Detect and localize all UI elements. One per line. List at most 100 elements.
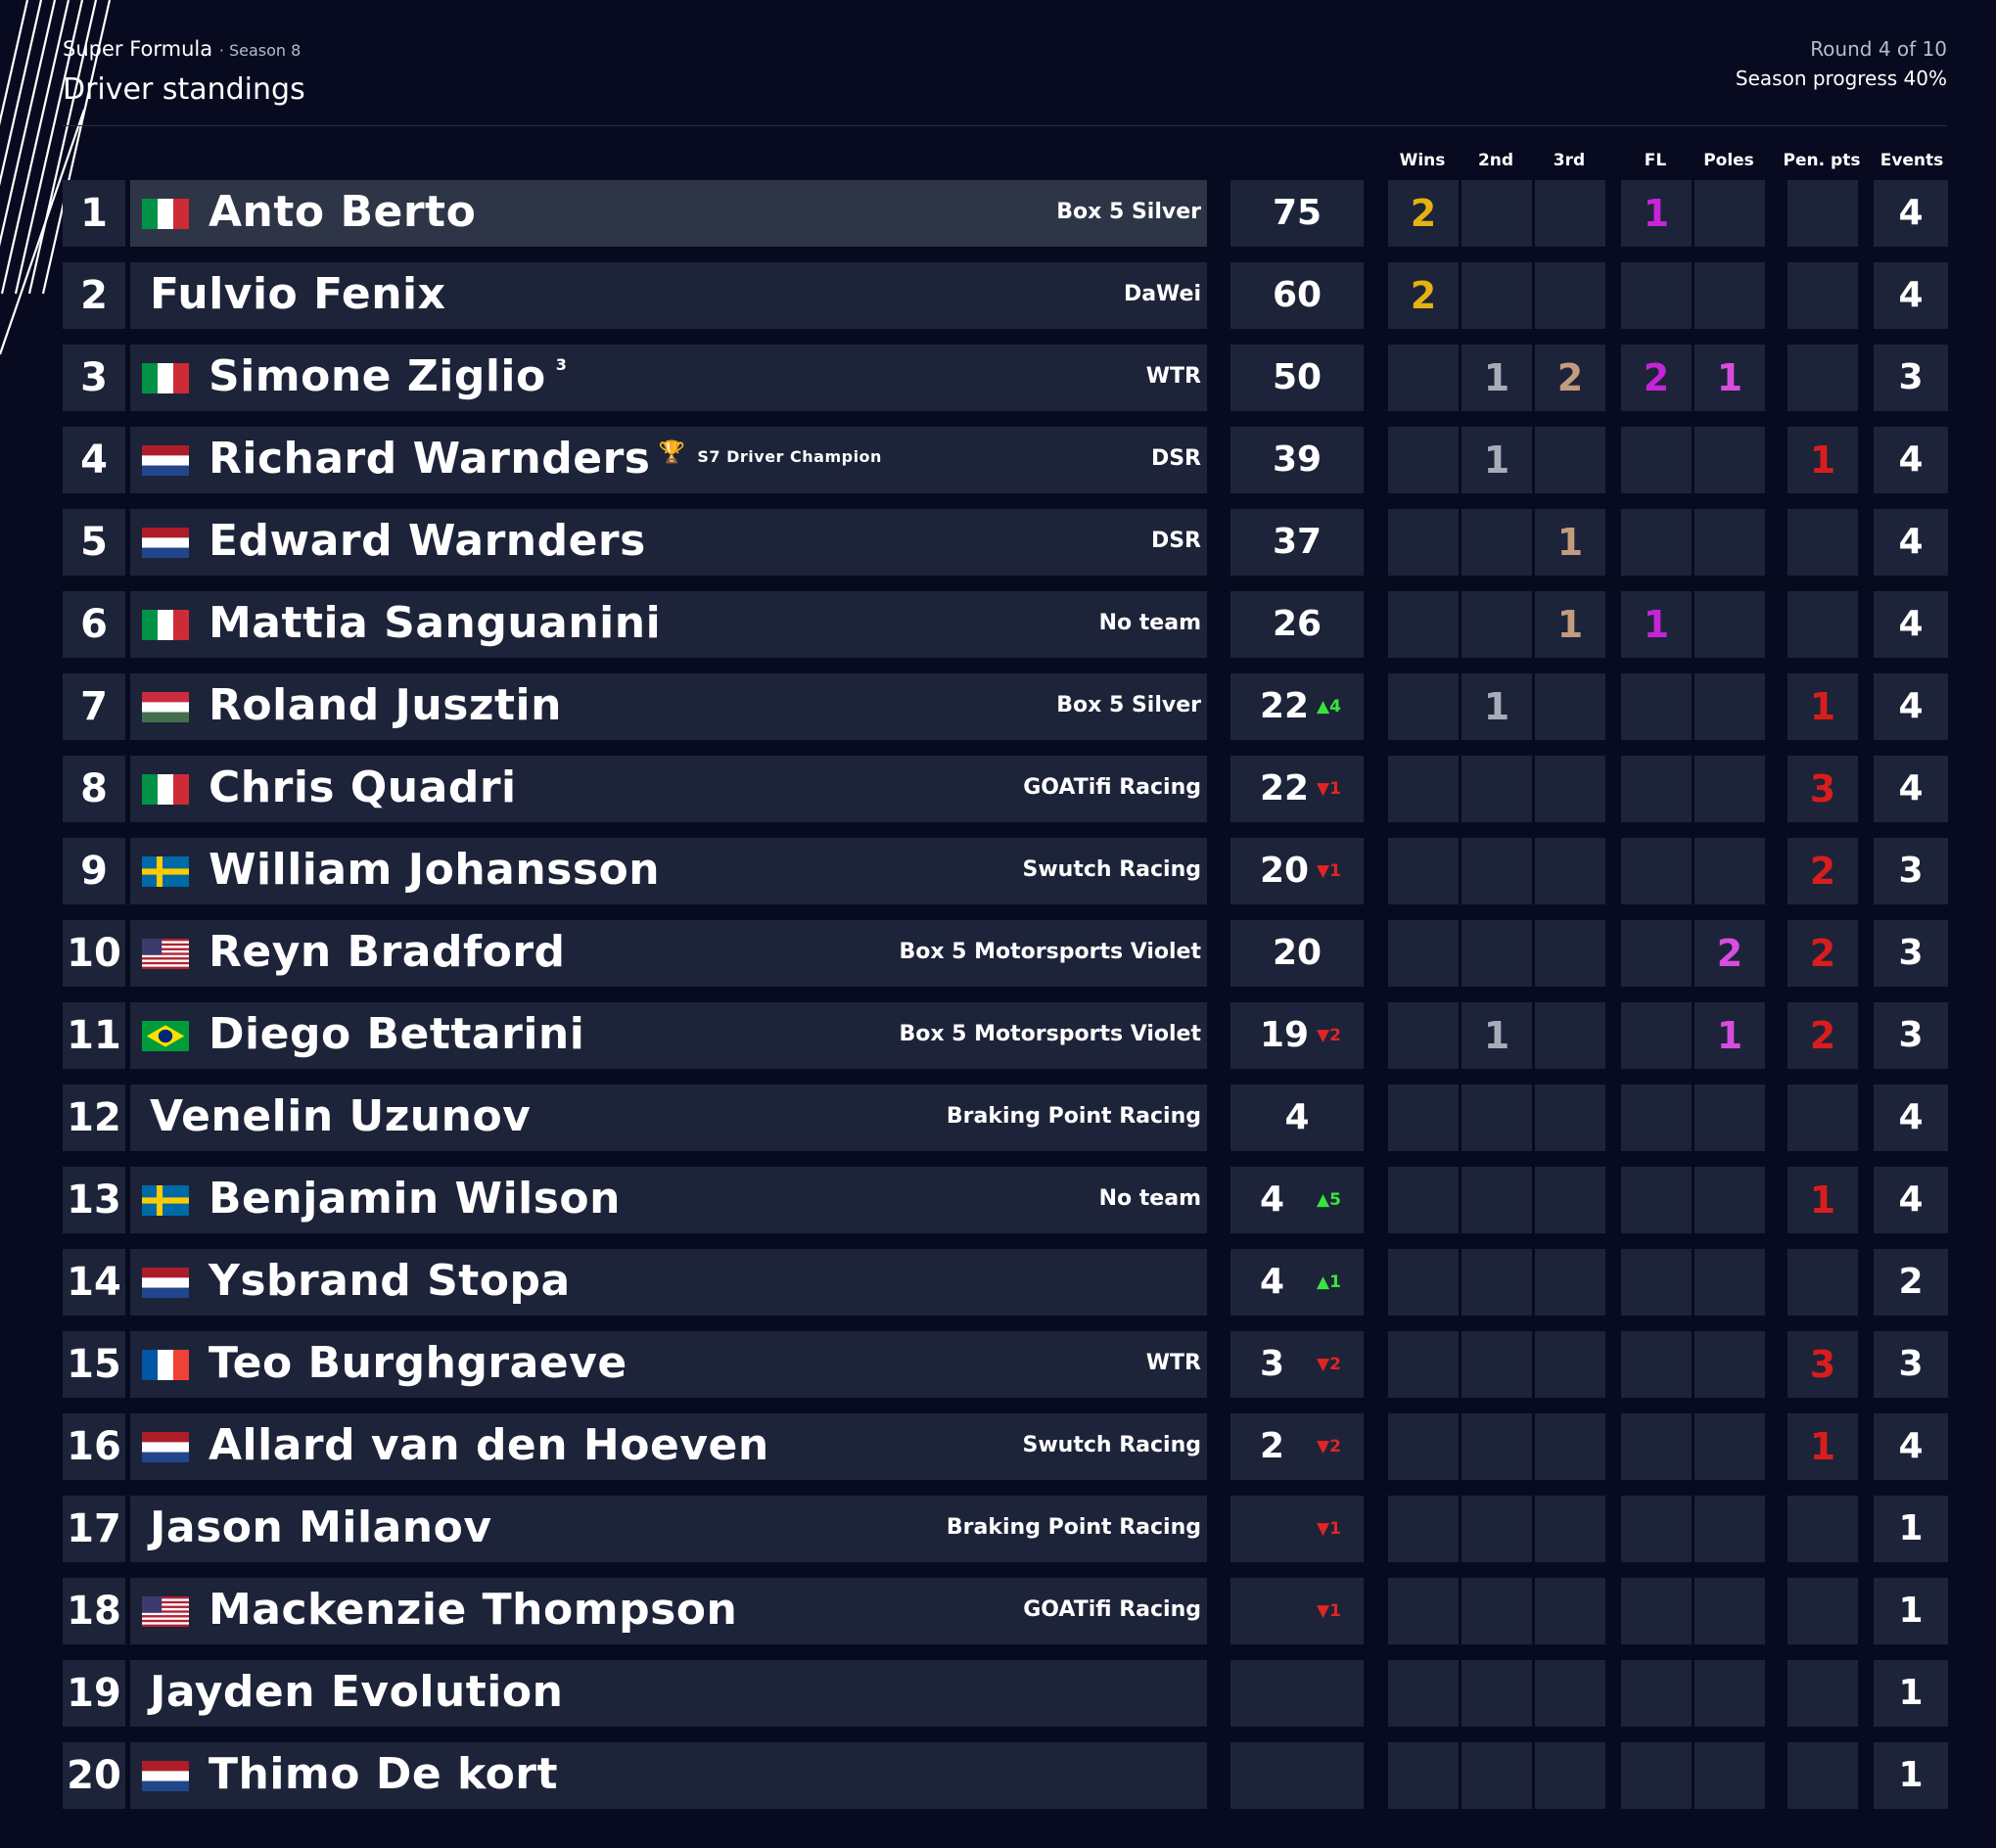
table-row[interactable]: 5 Edward Warnders DSR 37 1 4 [63,509,1948,576]
driver-name: Allard van den Hoeven [209,1413,769,1478]
table-row[interactable]: 17 Jason Milanov Braking Point Racing ▼1 1 [63,1496,1948,1562]
round-indicator: Round 4 of 10 [1810,37,1947,61]
wins-cell: 2 [1388,262,1459,329]
table-row[interactable]: 4 Richard Warnders 🏆 S7 Driver Champion DSR 3… [63,427,1948,493]
column-header-poles: Poles [1703,151,1754,170]
second-place-cell: 1 [1462,673,1532,740]
position-cell: 17 [63,1496,125,1562]
events-cell: 4 [1874,427,1948,493]
table-row[interactable]: 19 Jayden Evolution 1 [63,1660,1948,1727]
points-value: 22 [1260,768,1310,808]
driver-name-cell[interactable]: Jayden Evolution [130,1660,1207,1727]
wins-cell [1388,1249,1459,1316]
penalty-points-cell: 1 [1787,673,1858,740]
table-row[interactable]: 18 Mackenzie Thompson GOATifi Racing ▼1 1 [63,1578,1948,1644]
fastest-lap-cell [1621,838,1692,904]
second-place-cell: 1 [1462,427,1532,493]
events-cell: 1 [1874,1660,1948,1727]
poles-cell [1694,427,1765,493]
driver-name-cell[interactable]: Thimo De kort [130,1742,1207,1809]
driver-name-cell[interactable]: Mackenzie Thompson GOATifi Racing [130,1578,1207,1644]
points-cell: ▼1 [1230,1578,1364,1644]
table-row[interactable]: 8 Chris Quadri GOATifi Racing 22 ▼1 3 4 [63,756,1948,822]
table-row[interactable]: 6 Mattia Sanguanini No team 26 1 1 4 [63,591,1948,658]
driver-name-cell[interactable]: Chris Quadri GOATifi Racing [130,756,1207,822]
penalty-points-cell: 2 [1787,920,1858,987]
team-name: DSR [1150,446,1201,471]
driver-name-cell[interactable]: Venelin Uzunov Braking Point Racing [130,1085,1207,1151]
position-change-indicator: ▼1 [1317,861,1341,881]
third-place-cell: 1 [1535,591,1605,658]
table-row[interactable]: 12 Venelin Uzunov Braking Point Racing 4 4 [63,1085,1948,1151]
driver-name-cell[interactable]: Teo Burghgraeve WTR [130,1331,1207,1398]
italy-flag-icon [142,610,189,640]
table-row[interactable]: 2 Fulvio Fenix DaWei 60 2 4 [63,262,1948,329]
penalty-points-cell: 1 [1787,427,1858,493]
header-divider [63,125,1947,126]
second-place-cell [1462,262,1532,329]
penalty-points-cell [1787,1660,1858,1727]
second-place-cell [1462,180,1532,247]
driver-name-cell[interactable]: Jason Milanov Braking Point Racing [130,1496,1207,1562]
driver-name-cell[interactable]: Reyn Bradford Box 5 Motorsports Violet [130,920,1207,987]
table-row[interactable]: 20 Thimo De kort 1 [63,1742,1948,1809]
table-row[interactable]: 10 Reyn Bradford Box 5 Motorsports Violet 2… [63,920,1948,987]
poles-cell [1694,1496,1765,1562]
france-flag-icon [142,1350,189,1380]
driver-name-text: Richard Warnders [209,434,651,484]
position-cell: 2 [63,262,125,329]
second-place-cell [1462,1742,1532,1809]
fastest-lap-cell: 2 [1621,345,1692,411]
third-place-cell [1535,180,1605,247]
events-cell: 1 [1874,1496,1948,1562]
driver-name-text: Mackenzie Thompson [209,1585,738,1635]
points-value: 39 [1272,439,1323,480]
wins-cell [1388,1413,1459,1480]
points-value: 60 [1272,275,1323,315]
points-value: 4 [1260,1262,1285,1302]
penalty-points-cell: 1 [1787,1413,1858,1480]
poles-cell [1694,180,1765,247]
wins-cell [1388,1496,1459,1562]
driver-name-cell[interactable]: Allard van den Hoeven Swutch Racing [130,1413,1207,1480]
driver-name-cell[interactable]: Simone Ziglio 3 WTR [130,345,1207,411]
table-row[interactable]: 7 Roland Jusztin Box 5 Silver 22 ▲4 1 1 4 [63,673,1948,740]
champion-badge: S7 Driver Champion [697,447,882,466]
driver-name-cell[interactable]: Ysbrand Stopa [130,1249,1207,1316]
netherlands-flag-icon [142,445,189,476]
driver-name-cell[interactable]: Roland Jusztin Box 5 Silver [130,673,1207,740]
driver-name-cell[interactable]: Anto Berto Box 5 Silver [130,180,1207,247]
driver-name-cell[interactable]: Fulvio Fenix DaWei [130,262,1207,329]
points-cell: 60 [1230,262,1364,329]
table-row[interactable]: 16 Allard van den Hoeven Swutch Racing 2 ▼2 1… [63,1413,1948,1480]
points-value: 22 [1260,686,1310,726]
table-row[interactable]: 1 Anto Berto Box 5 Silver 75 2 1 4 [63,180,1948,247]
position-change-indicator: ▼1 [1317,1601,1341,1621]
position-cell: 4 [63,427,125,493]
events-cell: 3 [1874,920,1948,987]
table-row[interactable]: 15 Teo Burghgraeve WTR 3 ▼2 3 3 [63,1331,1948,1398]
team-name: GOATifi Racing [1023,775,1201,800]
driver-name-cell[interactable]: Mattia Sanguanini No team [130,591,1207,658]
driver-name-cell[interactable]: William Johansson Swutch Racing [130,838,1207,904]
third-place-cell [1535,1002,1605,1069]
driver-name-cell[interactable]: Benjamin Wilson No team [130,1167,1207,1233]
poles-cell [1694,1331,1765,1398]
table-row[interactable]: 13 Benjamin Wilson No team 4 ▲5 1 4 [63,1167,1948,1233]
table-row[interactable]: 14 Ysbrand Stopa 4 ▲1 2 [63,1249,1948,1316]
fastest-lap-cell [1621,1578,1692,1644]
points-value: 3 [1260,1344,1285,1384]
fastest-lap-cell [1621,1660,1692,1727]
driver-name-cell[interactable]: Richard Warnders 🏆 S7 Driver Champion DSR [130,427,1207,493]
driver-name-text: Allard van den Hoeven [209,1420,769,1470]
poles-cell [1694,1660,1765,1727]
table-row[interactable]: 11 Diego Bettarini Box 5 Motorsports Viole… [63,1002,1948,1069]
driver-name: Fulvio Fenix [150,262,445,327]
fastest-lap-cell [1621,1413,1692,1480]
penalty-points-cell: 1 [1787,1167,1858,1233]
table-row[interactable]: 9 William Johansson Swutch Racing 20 ▼1 2 3 [63,838,1948,904]
driver-name-cell[interactable]: Diego Bettarini Box 5 Motorsports Violet [130,1002,1207,1069]
driver-name-cell[interactable]: Edward Warnders DSR [130,509,1207,576]
table-row[interactable]: 3 Simone Ziglio 3 WTR 50 1 2 2 1 3 [63,345,1948,411]
wins-cell [1388,920,1459,987]
